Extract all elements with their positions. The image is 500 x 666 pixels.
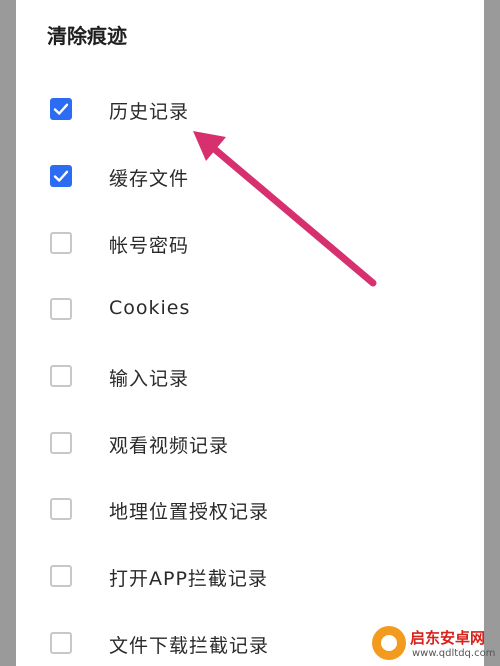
option-label: 文件下载拦截记录 [109, 635, 270, 657]
checkbox-unchecked-icon[interactable] [50, 432, 72, 454]
checkbox-unchecked-icon[interactable] [50, 498, 72, 520]
option-account-password[interactable]: 帐号密码 [16, 224, 484, 264]
option-label: 缓存文件 [109, 168, 190, 190]
option-label: 打开APP拦截记录 [109, 568, 268, 590]
clear-traces-dialog: 清除痕迹 历史记录 缓存文件 帐号密码 Cookies 输入记录 观看视频记录 … [16, 0, 484, 666]
option-cookies[interactable]: Cookies [16, 290, 484, 330]
option-app-block-records[interactable]: 打开APP拦截记录 [16, 557, 484, 597]
checkbox-checked-icon[interactable] [50, 165, 72, 187]
checkbox-unchecked-icon[interactable] [50, 632, 72, 654]
dialog-title: 清除痕迹 [47, 24, 127, 48]
option-label: Cookies [109, 297, 191, 319]
option-video-records[interactable]: 观看视频记录 [16, 424, 484, 464]
watermark: 启东安卓网 www.qdltdq.com [372, 622, 500, 666]
checkbox-unchecked-icon[interactable] [50, 232, 72, 254]
checkbox-unchecked-icon[interactable] [50, 298, 72, 320]
option-label: 帐号密码 [109, 235, 190, 257]
option-history[interactable]: 历史记录 [16, 90, 484, 130]
option-location-records[interactable]: 地理位置授权记录 [16, 490, 484, 530]
watermark-url: www.qdltdq.com [412, 648, 496, 659]
option-label: 输入记录 [109, 368, 190, 390]
checkbox-unchecked-icon[interactable] [50, 365, 72, 387]
option-label: 观看视频记录 [109, 435, 230, 457]
option-input-records[interactable]: 输入记录 [16, 357, 484, 397]
checkbox-unchecked-icon[interactable] [50, 565, 72, 587]
option-cache-files[interactable]: 缓存文件 [16, 157, 484, 197]
checkbox-checked-icon[interactable] [50, 98, 72, 120]
watermark-name: 启东安卓网 [410, 629, 486, 647]
watermark-logo-icon [372, 626, 406, 660]
option-label: 地理位置授权记录 [109, 501, 270, 523]
option-label: 历史记录 [109, 101, 190, 123]
